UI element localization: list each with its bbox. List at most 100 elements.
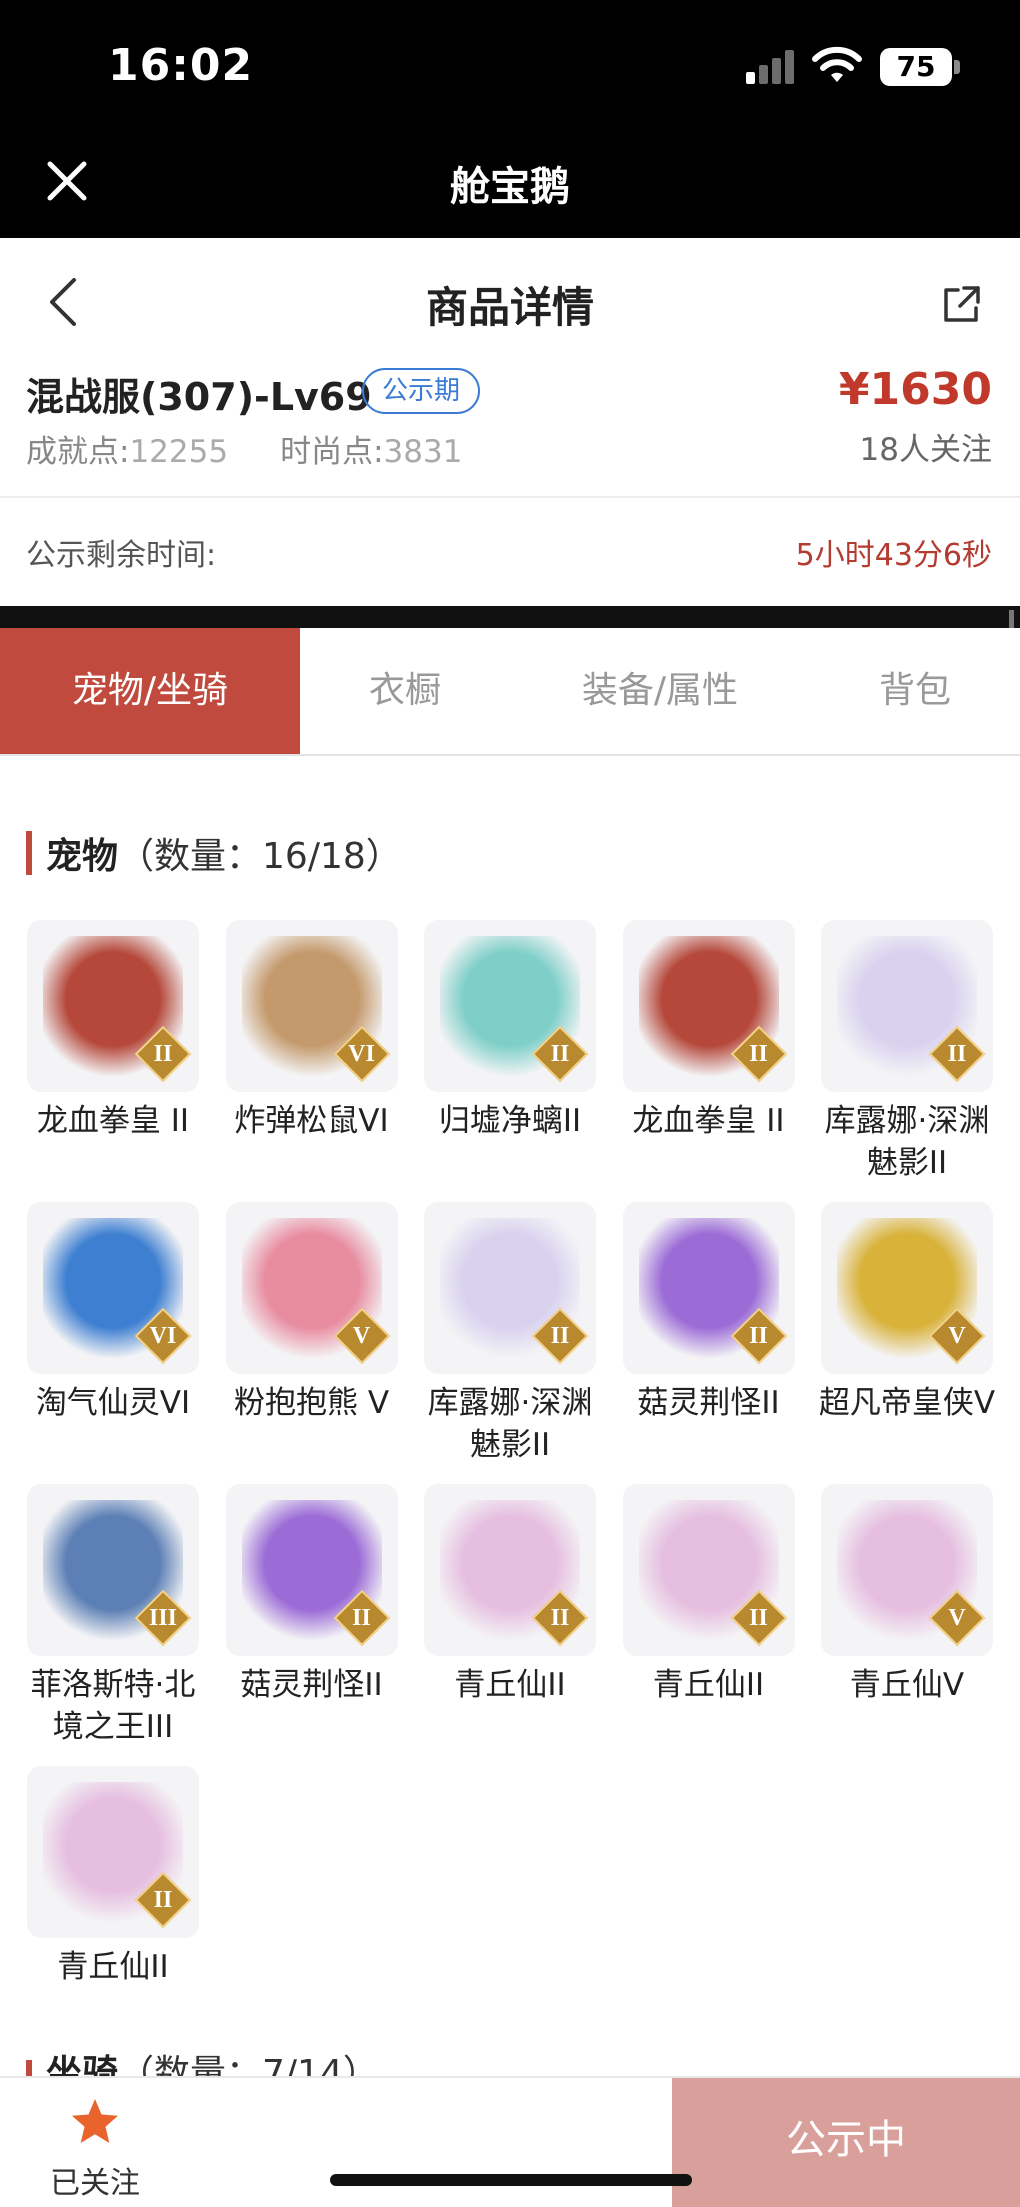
rank-badge: II	[134, 1871, 192, 1929]
tab-bar: 宠物/坐骑 衣橱 装备/属性 背包	[0, 628, 1020, 756]
pet-card[interactable]: V 超凡帝皇侠V	[819, 1202, 995, 1424]
product-price: ¥1630	[838, 364, 992, 415]
battery-tip	[954, 60, 960, 74]
pet-name: 归墟净螭II	[438, 1103, 582, 1139]
rank-badge: II	[333, 1589, 390, 1647]
divider-band	[0, 606, 1020, 628]
pet-name: 青丘仙II	[57, 1949, 169, 1985]
tab-pets-mounts[interactable]: 宠物/坐骑	[0, 628, 300, 754]
follow-button[interactable]: 已关注	[40, 2096, 150, 2202]
pets-section-title: 宠物 （数量：16/18）	[26, 830, 402, 877]
share-icon[interactable]	[942, 284, 982, 324]
pet-name: 炸弹松鼠VI	[234, 1103, 389, 1139]
pet-name: 青丘仙V	[849, 1667, 965, 1703]
rank-badge: II	[531, 1589, 589, 1647]
rank-numeral: II	[550, 1605, 570, 1631]
pet-card[interactable]: VI 淘气仙灵VI	[27, 1202, 199, 1424]
fashion-label: 时尚点:	[280, 434, 384, 470]
rank-badge: V	[928, 1307, 986, 1365]
page-header: 商品详情	[0, 238, 1020, 368]
fashion-value: 3831	[383, 434, 463, 470]
pet-thumbnail: V	[821, 1202, 993, 1374]
pet-card[interactable]: II 归墟净螭II	[424, 920, 596, 1142]
rank-numeral: II	[153, 1887, 173, 1913]
rank-badge: VI	[333, 1025, 390, 1083]
pet-name: 库露娜·深渊魅影II	[824, 1103, 990, 1181]
tab-wardrobe[interactable]: 衣橱	[300, 628, 510, 754]
pet-thumbnail: II	[821, 920, 993, 1092]
section-marker	[26, 831, 32, 875]
pet-card[interactable]: V 粉抱抱熊 V	[225, 1202, 398, 1424]
pet-thumbnail: II	[27, 1766, 199, 1938]
pet-card[interactable]: VI 炸弹松鼠VI	[225, 920, 398, 1142]
rank-badge: II	[531, 1025, 589, 1083]
tab-equipment[interactable]: 装备/属性	[510, 628, 810, 754]
rank-badge: II	[134, 1025, 192, 1083]
pet-thumbnail: II	[424, 1484, 596, 1656]
bottom-bar: 已关注 公示中	[0, 2076, 1020, 2207]
wifi-icon	[812, 46, 862, 82]
star-icon	[72, 2099, 118, 2143]
rank-numeral: II	[947, 1041, 967, 1067]
pet-thumbnail: VI	[225, 920, 398, 1092]
divider	[0, 496, 1020, 498]
rank-numeral: V	[948, 1323, 966, 1349]
rank-badge: VI	[134, 1307, 192, 1365]
pet-card[interactable]: II 库露娜·深渊魅影II	[424, 1202, 596, 1466]
rank-badge: II	[730, 1307, 787, 1365]
rank-badge: II	[730, 1025, 787, 1083]
pets-count: （数量：16/18）	[118, 836, 402, 877]
rank-badge: V	[928, 1589, 986, 1647]
pet-thumbnail: VI	[27, 1202, 199, 1374]
rank-badge: II	[730, 1589, 787, 1647]
product-name: 混战服(307)-Lv69	[26, 375, 372, 419]
rank-numeral: II	[352, 1605, 371, 1631]
pet-card[interactable]: II 菇灵荆怪II	[622, 1202, 795, 1424]
pet-thumbnail: II	[622, 1202, 795, 1374]
home-indicator	[330, 2174, 692, 2186]
pet-card[interactable]: II 菇灵荆怪II	[225, 1484, 398, 1706]
public-status-button[interactable]: 公示中	[672, 2078, 1020, 2207]
status-badge: 公示期	[362, 368, 481, 414]
page-title: 商品详情	[425, 283, 594, 332]
status-time: 16:02	[108, 40, 254, 91]
product-stats: 成就点:12255 时尚点:3831	[26, 426, 462, 471]
rank-numeral: II	[550, 1323, 570, 1349]
pet-card[interactable]: V 青丘仙V	[821, 1484, 993, 1706]
battery-icon: 75	[880, 48, 952, 86]
pet-name: 青丘仙II	[652, 1667, 765, 1703]
pet-name: 龙血拳皇 II	[36, 1103, 190, 1139]
pet-card[interactable]: III 菲洛斯特·北境之王III	[27, 1484, 199, 1748]
pet-card[interactable]: II 青丘仙II	[622, 1484, 795, 1706]
pet-thumbnail: II	[225, 1484, 398, 1656]
pet-name: 青丘仙II	[454, 1667, 566, 1703]
pet-name: 库露娜·深渊魅影II	[427, 1385, 593, 1463]
pet-card[interactable]: II 龙血拳皇 II	[27, 920, 199, 1142]
pet-card[interactable]: II 龙血拳皇 II	[622, 920, 795, 1142]
pet-card[interactable]: II 青丘仙II	[27, 1766, 199, 1988]
rank-numeral: II	[749, 1605, 768, 1631]
remaining-time-value: 5小时43分6秒	[795, 538, 992, 573]
signal-icon	[746, 50, 796, 84]
pet-name: 菇灵荆怪II	[240, 1667, 383, 1703]
pet-card[interactable]: II 青丘仙II	[424, 1484, 596, 1706]
rank-numeral: II	[153, 1041, 173, 1067]
pet-thumbnail: V	[821, 1484, 993, 1656]
pet-name: 超凡帝皇侠V	[818, 1385, 996, 1421]
pet-name: 龙血拳皇 II	[632, 1103, 785, 1139]
pet-thumbnail: III	[27, 1484, 199, 1656]
rank-numeral: II	[749, 1041, 768, 1067]
pets-title: 宠物	[46, 836, 119, 877]
pet-name: 菲洛斯特·北境之王III	[30, 1667, 196, 1745]
pet-name: 菇灵荆怪II	[637, 1385, 780, 1421]
remaining-time-label: 公示剩余时间:	[26, 538, 217, 573]
tab-backpack[interactable]: 背包	[810, 628, 1020, 754]
rank-numeral: II	[550, 1041, 570, 1067]
scroll-indicator	[1009, 610, 1014, 628]
rank-badge: V	[333, 1307, 390, 1365]
pet-thumbnail: II	[27, 920, 199, 1092]
pet-thumbnail: II	[622, 1484, 795, 1656]
pet-name: 粉抱抱熊 V	[233, 1385, 390, 1421]
pet-card[interactable]: II 库露娜·深渊魅影II	[821, 920, 993, 1184]
rank-numeral: III	[148, 1605, 178, 1631]
